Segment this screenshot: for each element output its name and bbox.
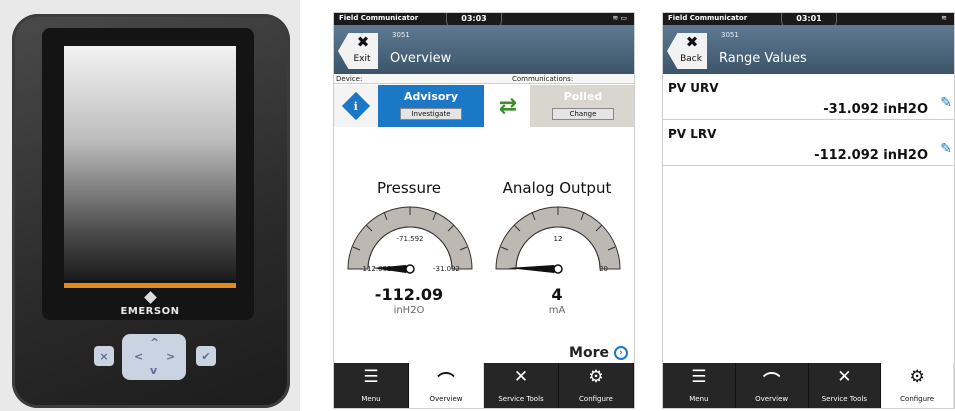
- device-accent-strip: [64, 283, 236, 288]
- list-item-pv-urv[interactable]: PV URV -31.092 inH2O ✎: [663, 75, 954, 120]
- chevron-right-circle-icon: ›: [614, 346, 628, 360]
- list-item-pv-lrv[interactable]: PV LRV -112.092 inH2O ✎: [663, 121, 954, 166]
- tab-label: Menu: [361, 395, 381, 403]
- device-tag: 3051: [392, 31, 410, 39]
- tab-menu[interactable]: ☰ Menu: [663, 363, 736, 408]
- gauge-max-label: 20: [599, 265, 608, 273]
- tab-configure[interactable]: ⚙ Configure: [559, 363, 634, 408]
- device-tag: 3051: [721, 31, 739, 39]
- device-status-panel: i Advisory Investigate: [334, 85, 484, 127]
- status-app-name: Field Communicator: [668, 14, 748, 22]
- close-icon: ✖: [356, 33, 370, 51]
- tab-label: Overview: [429, 395, 463, 403]
- pencil-icon[interactable]: ✎: [940, 95, 952, 111]
- gauge-mid-label: 12: [554, 235, 563, 243]
- back-label: Back: [680, 54, 702, 64]
- page-title: Overview: [390, 51, 452, 66]
- communications-label: Communications:: [512, 75, 574, 83]
- pressure-value: -112.09: [374, 285, 444, 304]
- analog-output-gauge: 12 20: [495, 206, 621, 274]
- arrow-down-icon[interactable]: v: [150, 364, 157, 377]
- back-button[interactable]: ✖ Back: [667, 33, 707, 69]
- device-directional-pad[interactable]: ^ v < >: [122, 334, 186, 380]
- exit-button[interactable]: ✖ Exit: [338, 33, 378, 69]
- info-icon: i: [341, 91, 371, 121]
- row-value: -31.092 inH2O: [823, 102, 928, 117]
- tools-icon: ✕: [837, 367, 852, 387]
- tab-label: Menu: [689, 395, 709, 403]
- more-link[interactable]: More ›: [569, 345, 628, 361]
- row-label: PV URV: [668, 81, 719, 95]
- device-status-title: Advisory: [403, 90, 459, 103]
- status-header: Device: Communications:: [334, 74, 634, 84]
- device-photo: EMERSON × ^ v < > ✔: [0, 0, 300, 411]
- page-title: Range Values: [719, 51, 807, 66]
- device-ok-button[interactable]: ✔: [196, 346, 216, 366]
- tab-label: Service Tools: [821, 395, 868, 403]
- arrow-left-icon[interactable]: <: [134, 350, 143, 363]
- tab-configure[interactable]: ⚙ Configure: [881, 363, 954, 408]
- analog-gauge-title: Analog Output: [502, 179, 612, 197]
- device-brand: EMERSON: [120, 306, 180, 317]
- arrow-up-icon[interactable]: ^: [150, 336, 159, 349]
- tab-label: Overview: [755, 395, 789, 403]
- tab-bar: ☰ Menu ⌒ Overview ✕ Service Tools ⚙ Conf…: [663, 363, 954, 408]
- wifi-battery-icon: ≋▭: [612, 14, 629, 22]
- status-bar: Field Communicator 03:03 ≋▭: [334, 13, 634, 28]
- swap-arrows-icon: ⇄: [486, 85, 530, 127]
- tab-overview[interactable]: ⌒ Overview: [409, 363, 484, 408]
- menu-icon: ☰: [691, 367, 707, 387]
- pressure-gauge-title: Pressure: [376, 179, 442, 197]
- tab-overview[interactable]: ⌒ Overview: [735, 363, 809, 408]
- tab-label: Configure: [579, 395, 613, 403]
- change-button[interactable]: Change: [552, 108, 614, 120]
- close-icon: ✖: [685, 33, 699, 51]
- tab-label: Configure: [900, 395, 935, 403]
- row-value: -112.092 inH2O: [814, 148, 928, 163]
- pressure-gauge: -71.592 -112.092 -31.092: [347, 206, 473, 274]
- arrow-right-icon[interactable]: >: [166, 350, 175, 363]
- close-icon: ×: [99, 349, 109, 363]
- pressure-unit: inH2O: [393, 305, 425, 316]
- pencil-icon[interactable]: ✎: [940, 141, 952, 157]
- checkmark-icon: ✔: [201, 349, 211, 363]
- device-screen: [64, 46, 236, 280]
- gears-icon: ⚙: [909, 367, 925, 387]
- tools-icon: ✕: [513, 367, 529, 387]
- tab-service-tools[interactable]: ✕ Service Tools: [808, 363, 882, 408]
- gauge-icon: ⌒: [437, 372, 455, 392]
- status-app-name: Field Communicator: [339, 14, 419, 22]
- analog-output-unit: mA: [548, 305, 566, 316]
- analog-output-value: 4: [551, 285, 563, 304]
- tab-bar: ☰ Menu ⌒ Overview ✕ Service Tools ⚙ Conf…: [334, 363, 634, 408]
- title-bar: ✖ Exit 3051 Overview: [334, 25, 634, 74]
- more-label: More: [569, 345, 609, 361]
- tab-label: Service Tools: [498, 395, 544, 403]
- wifi-icon: ≋: [941, 14, 949, 22]
- range-values-screen: Field Communicator 03:01 ≋ ✖ Back 3051 R…: [662, 12, 955, 409]
- gauge-max-label: -31.092: [433, 265, 460, 273]
- tab-service-tools[interactable]: ✕ Service Tools: [484, 363, 559, 408]
- title-bar: ✖ Back 3051 Range Values: [663, 25, 954, 74]
- gears-icon: ⚙: [588, 367, 604, 387]
- gauge-mid-label: -71.592: [396, 235, 423, 243]
- comm-status-title: Polled: [563, 90, 603, 103]
- menu-icon: ☰: [363, 367, 379, 387]
- overview-screen: Field Communicator 03:03 ≋▭ ✖ Exit 3051 …: [333, 12, 635, 409]
- device-label: Device:: [336, 75, 363, 83]
- investigate-button[interactable]: Investigate: [400, 108, 462, 120]
- device-cancel-button[interactable]: ×: [94, 346, 114, 366]
- status-bar: Field Communicator 03:01 ≋: [663, 13, 954, 28]
- exit-label: Exit: [353, 54, 371, 64]
- tab-menu[interactable]: ☰ Menu: [334, 363, 409, 408]
- row-label: PV LRV: [668, 127, 717, 141]
- comm-status-panel: ⇄ Polled Change: [486, 85, 634, 127]
- gauge-icon: ⌒: [763, 372, 781, 392]
